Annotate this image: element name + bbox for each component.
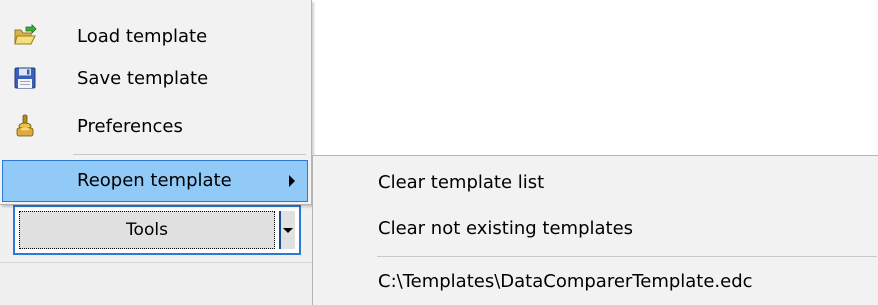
menu-separator xyxy=(73,154,306,155)
submenu-item-label: Clear not existing templates xyxy=(378,218,634,239)
menu-item-label: Save template xyxy=(77,68,209,89)
menu-item-save-template[interactable]: Save template xyxy=(2,57,308,101)
tools-split-button[interactable]: Tools xyxy=(13,205,301,255)
menu-item-reopen-template[interactable]: Reopen template xyxy=(2,160,308,202)
joystick-settings-icon xyxy=(13,114,37,138)
chevron-right-icon xyxy=(289,175,295,187)
menu-item-load-template[interactable]: Load template xyxy=(2,15,308,59)
tools-dropdown-arrow[interactable] xyxy=(279,211,295,249)
menu-item-label: Load template xyxy=(77,26,208,47)
submenu-item-recent-template[interactable]: C:\Templates\DataComparerTemplate.edc xyxy=(313,260,877,304)
reopen-template-submenu: Clear template list Clear not existing t… xyxy=(312,155,878,305)
submenu-item-label: Clear template list xyxy=(378,172,545,193)
submenu-item-clear-not-existing[interactable]: Clear not existing templates xyxy=(313,207,877,251)
menu-item-label: Reopen template xyxy=(77,170,232,191)
folder-open-icon xyxy=(13,24,37,48)
tools-button-label: Tools xyxy=(126,220,168,240)
floppy-disk-icon xyxy=(13,66,37,90)
menu-item-preferences[interactable]: Preferences xyxy=(2,105,308,149)
tools-button-main[interactable]: Tools xyxy=(19,211,275,249)
popup-menu: Load template Save template Preferences xyxy=(0,0,312,205)
submenu-item-label: C:\Templates\DataComparerTemplate.edc xyxy=(378,271,753,292)
toolbar-divider xyxy=(0,262,312,263)
submenu-separator xyxy=(377,256,877,257)
menu-item-label: Preferences xyxy=(77,116,183,137)
chevron-down-icon xyxy=(283,227,293,233)
submenu-item-clear-template-list[interactable]: Clear template list xyxy=(313,161,877,205)
